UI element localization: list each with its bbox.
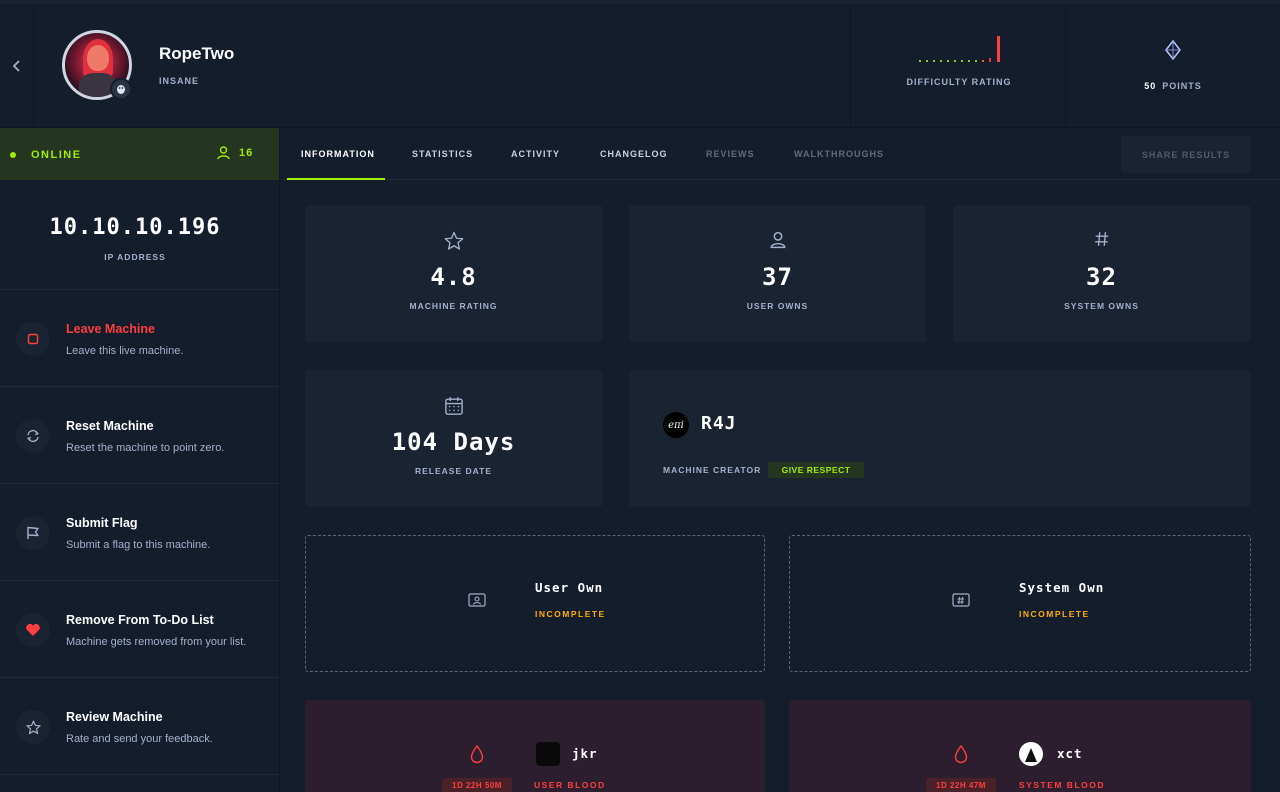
xct-avatar[interactable] (1019, 742, 1043, 766)
action-desc: Rate and send your feedback. (66, 733, 213, 745)
tab-reviews[interactable]: REVIEWS (692, 128, 769, 180)
user-icon (217, 146, 230, 160)
action-title: Remove From To-Do List (66, 613, 214, 627)
sidebar: ONLINE 16 10.10.10.196 IP ADDRESS Leave … (0, 128, 280, 792)
creator-label: MACHINE CREATOR (663, 465, 762, 475)
players-count: 16 (217, 146, 253, 160)
system-owns-label: SYSTEM OWNS (1064, 301, 1139, 311)
status-text: ONLINE (31, 149, 82, 161)
action-desc: Reset the machine to point zero. (66, 442, 225, 454)
system-flag-icon (952, 591, 970, 609)
linux-os-icon (110, 78, 132, 100)
system-blood-label: SYSTEM BLOOD (1019, 780, 1106, 790)
action-title: Submit Flag (66, 516, 138, 530)
remove-todo-button[interactable]: Remove From To-Do List Machine gets remo… (0, 581, 279, 678)
system-own-card[interactable]: System Own INCOMPLETE (789, 535, 1251, 672)
action-title: Review Machine (66, 710, 163, 724)
difficulty-chart (917, 34, 1007, 62)
ip-label: IP ADDRESS (104, 252, 166, 262)
system-blood-time: 1D 22H 47M (926, 778, 996, 792)
user-blood-time: 1D 22H 50M (442, 778, 512, 792)
star-icon (16, 710, 50, 744)
machine-rating-value: 4.8 (430, 263, 477, 291)
system-owns-card: 32 SYSTEM OWNS (953, 205, 1250, 342)
machine-name: RopeTwo (159, 44, 235, 63)
system-own-status: INCOMPLETE (1019, 609, 1090, 619)
machine-status-bar: ONLINE 16 (0, 128, 279, 180)
user-icon (629, 231, 926, 254)
user-owns-value: 37 (762, 263, 793, 291)
tab-bar: INFORMATION STATISTICS ACTIVITY CHANGELO… (281, 128, 1280, 180)
system-own-title: System Own (1019, 580, 1105, 595)
machine-difficulty: INSANE (159, 76, 200, 86)
hash-icon (953, 231, 1250, 252)
system-blood-card: 1D 22H 47M xct SYSTEM BLOOD (789, 700, 1251, 792)
machine-avatar (62, 30, 132, 100)
points-label: 50 POINTS (1066, 81, 1280, 91)
players-value: 16 (239, 147, 254, 159)
review-machine-button[interactable]: Review Machine Rate and send your feedba… (0, 678, 279, 775)
user-own-title: User Own (535, 580, 604, 595)
stop-icon (16, 322, 50, 356)
ip-box: 10.10.10.196 IP ADDRESS (0, 180, 279, 290)
points-value: 50 (1144, 81, 1157, 91)
reset-icon (16, 419, 50, 453)
tab-statistics[interactable]: STATISTICS (398, 128, 487, 180)
back-button[interactable] (0, 4, 34, 128)
release-date-label: RELEASE DATE (414, 466, 493, 476)
share-results-button[interactable]: SHARE RESULTS (1121, 136, 1251, 173)
difficulty-rating: DIFFICULTY RATING (850, 4, 1066, 128)
points-box: 50 POINTS (1066, 4, 1280, 128)
flag-icon (16, 516, 50, 550)
system-owns-value: 32 (1086, 263, 1117, 291)
creator-avatar[interactable]: eπi (663, 412, 689, 438)
machine-header: RopeTwo INSANE DIFFICULTY RATING 50 POINT… (0, 0, 1280, 128)
release-date-card: 104 Days RELEASE DATE (305, 370, 602, 507)
user-blood-label: USER BLOOD (534, 780, 606, 790)
tab-information[interactable]: INFORMATION (287, 128, 385, 180)
ip-address[interactable]: 10.10.10.196 (0, 215, 270, 240)
machine-creator-card: eπi R4J MACHINE CREATOR GIVE RESPECT (629, 370, 1250, 507)
tab-changelog[interactable]: CHANGELOG (586, 128, 682, 180)
action-desc: Leave this live machine. (66, 345, 184, 357)
user-blood-card: 1D 22H 50M jkr USER BLOOD (305, 700, 765, 792)
heart-icon (16, 613, 50, 647)
online-dot-icon (10, 152, 16, 158)
reset-machine-button[interactable]: Reset Machine Reset the machine to point… (0, 387, 279, 484)
submit-flag-button[interactable]: Submit Flag Submit a flag to this machin… (0, 484, 279, 581)
user-blood-name[interactable]: jkr (572, 746, 598, 761)
user-owns-card: 37 USER OWNS (629, 205, 926, 342)
user-own-card[interactable]: User Own INCOMPLETE (305, 535, 765, 672)
action-title: Reset Machine (66, 419, 154, 433)
user-owns-label: USER OWNS (746, 301, 809, 311)
difficulty-label: DIFFICULTY RATING (906, 77, 1012, 87)
system-blood-name[interactable]: xct (1057, 746, 1083, 761)
chevron-left-icon (12, 60, 20, 72)
release-date-value: 104 Days (391, 428, 516, 456)
leave-machine-button[interactable]: Leave Machine Leave this live machine. (0, 290, 279, 387)
action-desc: Machine gets removed from your list. (66, 636, 247, 648)
user-blood-drop-icon (469, 744, 485, 764)
user-own-status: INCOMPLETE (535, 609, 606, 619)
system-blood-drop-icon (953, 744, 969, 764)
action-title: Leave Machine (66, 322, 155, 336)
tab-walkthroughs[interactable]: WALKTHROUGHS (780, 128, 898, 180)
star-icon (305, 231, 602, 256)
give-respect-button[interactable]: GIVE RESPECT (768, 462, 864, 478)
jkr-avatar[interactable] (536, 742, 560, 766)
calendar-icon (305, 396, 602, 421)
machine-rating-label: MACHINE RATING (409, 301, 498, 311)
action-desc: Submit a flag to this machine. (66, 539, 211, 551)
user-flag-icon (468, 591, 486, 609)
points-diamond-icon (1163, 39, 1183, 62)
machine-rating-card: 4.8 MACHINE RATING (305, 205, 602, 342)
points-text: POINTS (1162, 81, 1202, 91)
tab-activity[interactable]: ACTIVITY (497, 128, 574, 180)
creator-name[interactable]: R4J (701, 413, 737, 434)
